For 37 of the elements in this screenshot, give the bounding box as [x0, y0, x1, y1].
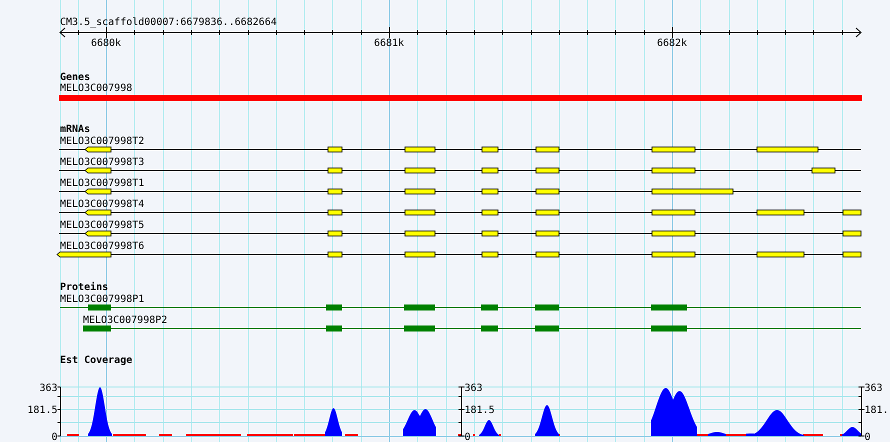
- track-title: Genes: [60, 72, 90, 83]
- axis-label: 363: [39, 383, 58, 394]
- transcript-label: MELO3C007998T4: [60, 199, 144, 210]
- ruler-title: CM3.5_scaffold00007:6679836..6682664: [60, 17, 277, 28]
- protein-label: MELO3C007998P2: [83, 315, 168, 326]
- tick-label: 6680k: [90, 38, 122, 49]
- axis-label: 181.: [864, 405, 889, 416]
- transcript-drawing[interactable]: [58, 168, 862, 174]
- transcript-label: MELO3C007998T6: [60, 241, 144, 252]
- track-title: Proteins: [60, 282, 108, 293]
- transcript-label: MELO3C007998T3: [60, 157, 144, 168]
- transcript-label: MELO3C007998T1: [60, 178, 144, 189]
- transcript-label: MELO3C007998T2: [60, 136, 144, 147]
- transcript-drawing[interactable]: [58, 188, 862, 194]
- tick-label: 6681k: [374, 38, 404, 49]
- axis-label: 0: [51, 432, 58, 442]
- axis-label: 363: [864, 383, 883, 394]
- protein-label: MELO3C007998P1: [60, 294, 144, 305]
- y-axis: [858, 386, 865, 436]
- axis-label: 363: [464, 383, 483, 394]
- axis-label: 0: [464, 432, 471, 442]
- tick-label: 6682k: [656, 38, 688, 49]
- gene-label: MELO3C007998: [60, 83, 132, 94]
- axis-label: 181.5: [464, 405, 495, 416]
- protein-drawing[interactable]: [82, 326, 862, 332]
- axis-label: 181.5: [27, 405, 58, 416]
- protein-drawing[interactable]: [60, 304, 862, 310]
- transcript-drawing[interactable]: [58, 146, 862, 152]
- y-axis: [458, 386, 465, 436]
- track-title: mRNAs: [60, 124, 90, 135]
- y-axis: [57, 386, 61, 436]
- track-title: Est Coverage: [60, 355, 132, 366]
- transcript-drawing[interactable]: [58, 210, 862, 216]
- axis-label: 0: [864, 432, 871, 442]
- transcript-label: MELO3C007998T5: [60, 220, 144, 231]
- transcript-drawing[interactable]: [56, 252, 862, 258]
- transcript-drawing[interactable]: [58, 230, 862, 236]
